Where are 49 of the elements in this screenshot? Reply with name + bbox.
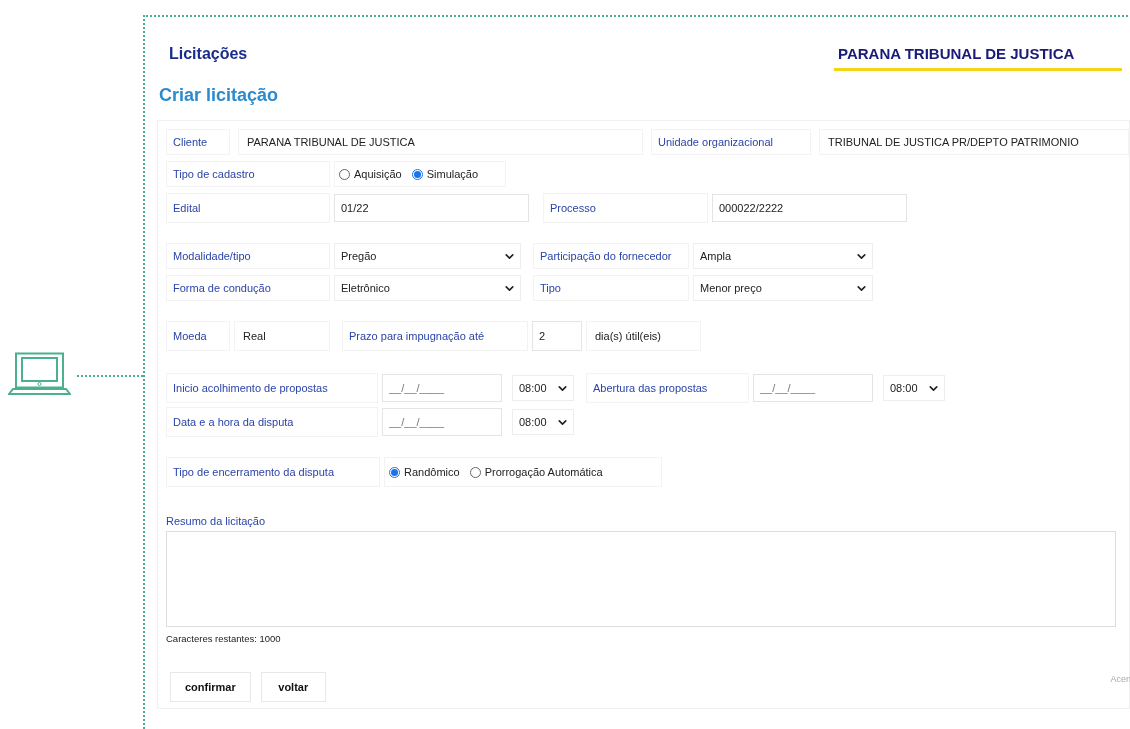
field-label: Unidade organizacional bbox=[651, 129, 811, 155]
select-field[interactable]: Menor preço bbox=[693, 275, 873, 301]
radio-button[interactable] bbox=[389, 466, 400, 478]
select-field[interactable]: 08:00 bbox=[883, 375, 945, 401]
radio-button[interactable] bbox=[469, 466, 481, 478]
field-label: Tipo de encerramento da disputa bbox=[166, 457, 380, 487]
field-label: Inicio acolhimento de propostas bbox=[166, 373, 378, 403]
date-field[interactable]: __/__/____ bbox=[382, 408, 502, 436]
field-label: Data e a hora da disputa bbox=[166, 407, 378, 437]
field-label: Modalidade/tipo bbox=[166, 243, 330, 269]
date-field[interactable]: __/__/____ bbox=[753, 374, 873, 402]
radio-button[interactable] bbox=[411, 168, 423, 180]
form-button[interactable]: voltar bbox=[260, 672, 326, 702]
laptop-icon bbox=[8, 352, 71, 397]
text-field[interactable]: 01/22 bbox=[334, 194, 529, 222]
radio-label: Prorrogação Automática bbox=[484, 466, 603, 478]
field-label: Edital bbox=[166, 193, 330, 223]
field-value: TRIBUNAL DE JUSTICA PR/DEPTO PATRIMONIO bbox=[819, 129, 1129, 155]
brand-name: PARANA TRIBUNAL DE JUSTICA bbox=[834, 43, 1122, 71]
unit-label: dia(s) útil(eis) bbox=[586, 321, 701, 351]
field-label: Forma de condução bbox=[166, 275, 330, 301]
select-field[interactable]: Pregão bbox=[334, 243, 521, 269]
field-value: Real bbox=[234, 321, 330, 351]
field-label: Moeda bbox=[166, 321, 230, 351]
field-label: Cliente bbox=[166, 129, 230, 155]
radio-label: Randômico bbox=[404, 466, 460, 478]
field-label: Abertura das propostas bbox=[586, 373, 749, 403]
field-label: Processo bbox=[543, 193, 708, 223]
select-field[interactable]: 08:00 bbox=[512, 409, 574, 435]
select-field[interactable]: 08:00 bbox=[512, 375, 574, 401]
field-label: Resumo da licitação bbox=[166, 515, 267, 527]
date-field[interactable]: __/__/____ bbox=[382, 374, 502, 402]
form-button[interactable]: confirmar bbox=[170, 672, 251, 702]
text-field[interactable]: 000022/2222 bbox=[712, 194, 907, 222]
field-label: Participação do fornecedor bbox=[533, 243, 689, 269]
radio-button[interactable] bbox=[339, 168, 350, 180]
cut-text: Acen bbox=[1110, 674, 1130, 684]
character-count: Caracteres restantes: 1000 bbox=[166, 633, 282, 644]
select-field[interactable]: Ampla bbox=[693, 243, 873, 269]
field-label: Tipo de cadastro bbox=[166, 161, 330, 187]
number-field[interactable]: 2 bbox=[532, 321, 582, 351]
field-value: PARANA TRIBUNAL DE JUSTICA bbox=[238, 129, 643, 155]
section-title: Licitações bbox=[169, 44, 248, 63]
field-label: Prazo para impugnação até bbox=[342, 321, 528, 351]
select-field[interactable]: Eletrônico bbox=[334, 275, 521, 301]
page-title: Criar licitação bbox=[159, 85, 280, 106]
radio-label: Aquisição bbox=[354, 168, 402, 180]
field-label: Tipo bbox=[533, 275, 689, 301]
radio-label: Simulação bbox=[426, 168, 479, 180]
